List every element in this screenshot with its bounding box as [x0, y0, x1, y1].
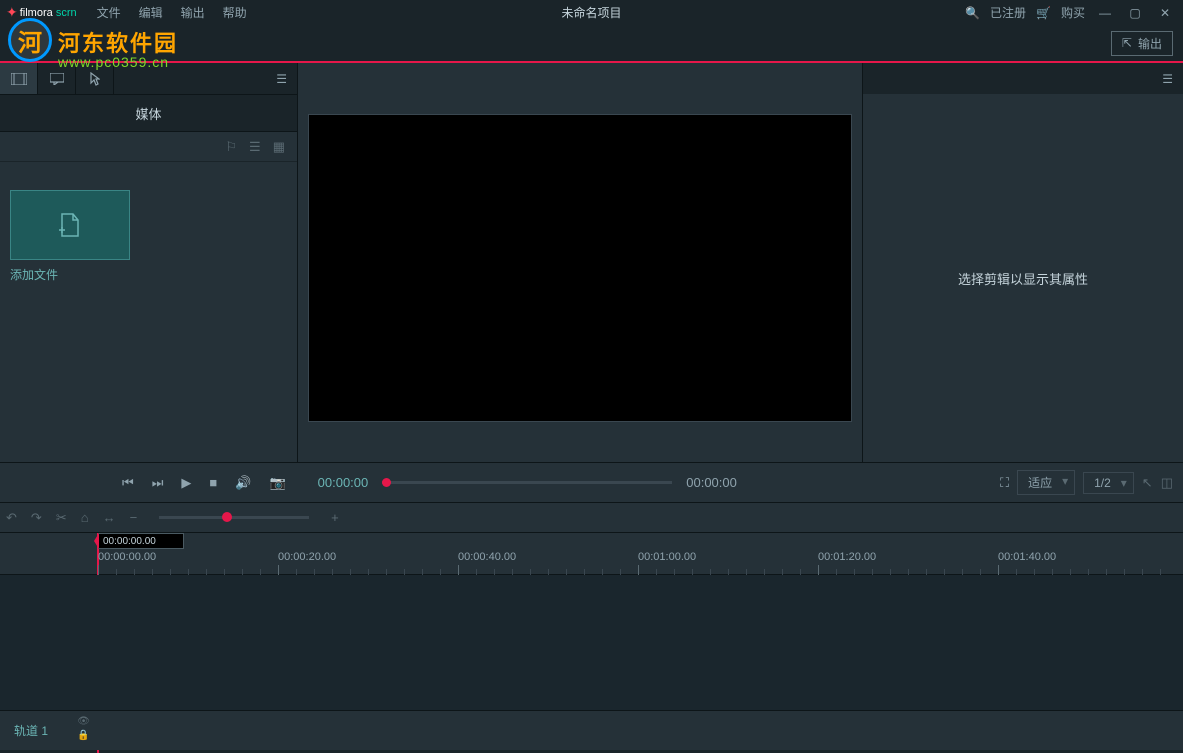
- timeline-tracks[interactable]: 轨道 1 👁 🔒: [0, 575, 1183, 750]
- ruler-tick: 00:01:00.00: [638, 551, 696, 563]
- track-row-1[interactable]: 轨道 1 👁 🔒: [0, 710, 1183, 750]
- properties-panel: ☰ 选择剪辑以显示其属性: [863, 63, 1183, 462]
- progress-bar[interactable]: [382, 481, 672, 484]
- export-icon: ⇱: [1122, 36, 1132, 50]
- buy-label[interactable]: 购买: [1061, 4, 1085, 21]
- zoom-slider[interactable]: [159, 516, 309, 519]
- fit-timeline-button[interactable]: ↔: [103, 510, 116, 525]
- fit-dropdown[interactable]: 适应: [1017, 470, 1075, 495]
- zoom-in-button[interactable]: +: [331, 510, 339, 525]
- maximize-button[interactable]: ▢: [1125, 6, 1145, 20]
- add-file-box: [10, 190, 130, 260]
- logo-dot-icon: ✦: [6, 4, 18, 21]
- menu-file[interactable]: 文件: [97, 4, 121, 21]
- left-toolbar: ☰: [0, 63, 297, 94]
- ruler-tick: 00:00:00.00: [98, 551, 156, 563]
- tool-annotation-icon[interactable]: [38, 63, 76, 94]
- folder-icon[interactable]: ⚐: [225, 139, 237, 155]
- ruler-ticks: 00:00:00.00 00:00:20.00 00:00:40.00 00:01:0…: [98, 551, 1183, 575]
- tool-media-icon[interactable]: [0, 63, 38, 94]
- play-button[interactable]: ▶: [181, 475, 191, 491]
- time-total: 00:00:00: [686, 475, 737, 490]
- ruler-tick: 00:01:20.00: [818, 551, 876, 563]
- grid-view-icon[interactable]: ▦: [273, 139, 285, 155]
- zoom-out-button[interactable]: −: [130, 510, 138, 525]
- main-menu: 文件 编辑 输出 帮助: [97, 4, 247, 21]
- time-current: 00:00:00: [318, 475, 369, 490]
- playback-controls: ⏮ ⏭ ▶ ■ 🔊 📷 00:00:00 00:00:00 ⛶ 适应 1/2 ↖…: [0, 463, 1183, 503]
- properties-placeholder: 选择剪辑以显示其属性: [863, 94, 1183, 462]
- next-frame-button[interactable]: ⏭: [152, 475, 164, 491]
- logo-text: filmora scrn: [20, 7, 77, 19]
- secondbar: ⇱ 输出: [0, 25, 1183, 63]
- ruler-tick: 00:00:40.00: [458, 551, 516, 563]
- menu-help[interactable]: 帮助: [223, 4, 247, 21]
- prev-frame-button[interactable]: ⏮: [122, 475, 134, 491]
- scale-dropdown[interactable]: 1/2: [1083, 472, 1134, 494]
- timeline-ruler[interactable]: 00:00:00.00 00:00:00.0000:00:20.0000:00:…: [0, 533, 1183, 575]
- progress-handle[interactable]: [382, 478, 391, 487]
- crop-button[interactable]: ◫: [1161, 475, 1173, 491]
- menu-edit[interactable]: 编辑: [139, 4, 163, 21]
- close-button[interactable]: ✕: [1155, 6, 1175, 20]
- track-visibility-icon[interactable]: 👁: [77, 716, 90, 727]
- playhead[interactable]: 00:00:00.00: [98, 533, 184, 549]
- export-label: 输出: [1138, 35, 1162, 52]
- fullscreen-button[interactable]: ⛶: [1000, 475, 1009, 491]
- search-icon[interactable]: 🔍: [965, 6, 980, 20]
- menu-export[interactable]: 输出: [181, 4, 205, 21]
- redo-button[interactable]: ↷: [31, 510, 42, 526]
- ruler-tick: 00:01:40.00: [998, 551, 1056, 563]
- right-toolbar: ☰: [863, 63, 1183, 94]
- playhead-time: 00:00:00.00: [98, 533, 184, 549]
- registered-label[interactable]: 已注册: [990, 4, 1026, 21]
- mark-in-button[interactable]: ↖: [1142, 475, 1153, 491]
- timeline-tools: ↶ ↷ ✂ ⌂ ↔ − +: [0, 503, 1183, 533]
- undo-button[interactable]: ↶: [6, 510, 17, 526]
- snapshot-button[interactable]: 📷: [269, 475, 285, 491]
- marker-button[interactable]: ⌂: [81, 510, 89, 525]
- cut-button[interactable]: ✂: [56, 510, 67, 526]
- add-file-button[interactable]: 添加文件: [10, 190, 130, 283]
- app-logo: ✦ filmora scrn: [0, 4, 77, 21]
- zoom-handle[interactable]: [222, 512, 232, 522]
- ruler-tick: 00:00:20.00: [278, 551, 336, 563]
- titlebar: ✦ filmora scrn 文件 编辑 输出 帮助 未命名项目 🔍 已注册 🛒…: [0, 0, 1183, 25]
- track-label: 轨道 1 👁 🔒: [0, 722, 98, 739]
- tool-cursor-icon[interactable]: [76, 63, 114, 94]
- list-view-icon[interactable]: ☰: [249, 139, 261, 155]
- playback-buttons: ⏮ ⏭ ▶ ■ 🔊 📷: [122, 475, 286, 491]
- export-button[interactable]: ⇱ 输出: [1111, 31, 1173, 56]
- stop-button[interactable]: ■: [209, 475, 217, 490]
- preview-panel: [298, 63, 863, 462]
- titlebar-right: 🔍 已注册 🛒 购买 — ▢ ✕: [965, 4, 1183, 21]
- preview-viewport[interactable]: [308, 114, 852, 422]
- media-content: 添加文件: [0, 162, 297, 462]
- media-filter-bar: ⚐ ☰ ▦: [0, 132, 297, 162]
- volume-button[interactable]: 🔊: [235, 475, 251, 491]
- add-file-label: 添加文件: [10, 266, 130, 283]
- playback-right-controls: ⛶ 适应 1/2 ↖ ◫: [1000, 470, 1173, 495]
- media-tab[interactable]: 媒体: [0, 94, 297, 132]
- right-menu-icon[interactable]: ☰: [1162, 72, 1173, 86]
- main-area: ☰ 媒体 ⚐ ☰ ▦ 添加文件 ☰ 选择剪辑以显示其属性: [0, 63, 1183, 463]
- media-panel: ☰ 媒体 ⚐ ☰ ▦ 添加文件: [0, 63, 298, 462]
- left-menu-icon[interactable]: ☰: [276, 72, 297, 86]
- cart-icon[interactable]: 🛒: [1036, 6, 1051, 20]
- project-title: 未命名项目: [561, 4, 621, 21]
- track-lock-icon[interactable]: 🔒: [77, 730, 90, 741]
- minimize-button[interactable]: —: [1095, 6, 1115, 20]
